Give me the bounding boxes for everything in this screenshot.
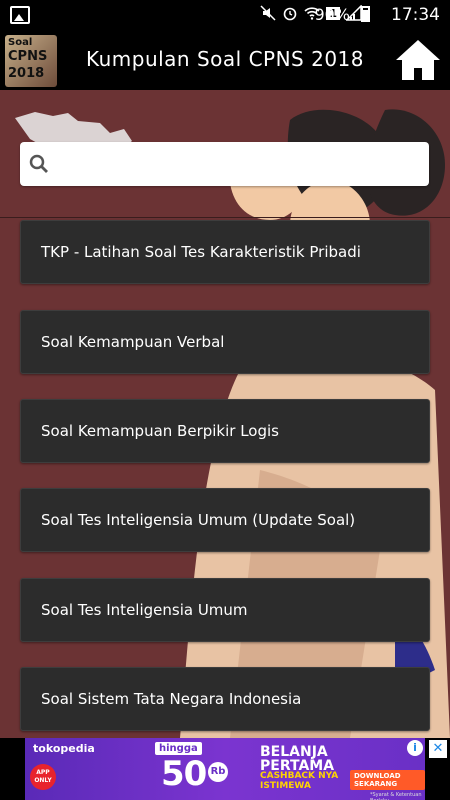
list-item[interactable]: TKP - Latihan Soal Tes Karakteristik Pri…	[20, 220, 430, 284]
status-bar: 1 90% 17:34	[0, 0, 450, 30]
ad-fine-print: *Syarat & Ketentuan Berlaku	[370, 792, 422, 800]
ad-brand: tokopedia	[33, 742, 95, 755]
main-content: TKP - Latihan Soal Tes Karakteristik Pri…	[0, 90, 450, 738]
logo-line2: CPNS	[8, 49, 48, 64]
list-item[interactable]: Soal Tes Inteligensia Umum	[20, 578, 430, 642]
ad-banner[interactable]: tokopedia APP ONLY hingga 50 Rb BELANJA …	[0, 738, 450, 800]
ad-amount: 50	[161, 754, 207, 794]
image-notification-icon	[10, 6, 30, 24]
alarm-icon	[284, 7, 297, 21]
app-only-badge: APP ONLY	[30, 764, 56, 790]
ad-unit: Rb	[208, 762, 228, 782]
battery-icon	[361, 6, 370, 22]
ad-creative[interactable]: tokopedia APP ONLY hingga 50 Rb BELANJA …	[25, 738, 425, 800]
search-icon	[29, 154, 48, 173]
list-item-label: Soal Sistem Tata Negara Indonesia	[41, 690, 302, 708]
battery-percent: 90%	[314, 5, 350, 24]
app-title: Kumpulan Soal CPNS 2018	[85, 47, 365, 71]
search-input[interactable]	[60, 148, 424, 180]
mute-icon	[260, 5, 276, 21]
list-item[interactable]: Soal Sistem Tata Negara Indonesia	[20, 667, 430, 731]
list-item-label: Soal Kemampuan Verbal	[41, 333, 225, 351]
list-item-label: Soal Tes Inteligensia Umum	[41, 601, 248, 619]
adchoices-icon[interactable]: i	[407, 740, 423, 756]
ad-subline-2: ISTIMEWA	[260, 781, 311, 791]
home-icon[interactable]	[394, 38, 442, 82]
list-item[interactable]: Soal Kemampuan Verbal	[20, 310, 430, 374]
ad-subline-1: CASHBACK NYA	[260, 771, 339, 781]
divider	[0, 217, 450, 218]
list-item-label: Soal Kemampuan Berpikir Logis	[41, 422, 279, 440]
app-logo: Soal CPNS 2018	[5, 35, 57, 87]
close-icon[interactable]: ✕	[429, 740, 447, 758]
logo-line3: 2018	[8, 66, 45, 81]
search-bar[interactable]	[20, 142, 429, 186]
ad-download-button[interactable]: DOWNLOAD SEKARANG	[350, 770, 425, 790]
list-item-label: Soal Tes Inteligensia Umum (Update Soal)	[41, 511, 356, 529]
list-item-label: TKP - Latihan Soal Tes Karakteristik Pri…	[41, 243, 361, 261]
list-item[interactable]: Soal Kemampuan Berpikir Logis	[20, 399, 430, 463]
clock: 17:34	[391, 5, 440, 25]
list-item[interactable]: Soal Tes Inteligensia Umum (Update Soal)	[20, 488, 430, 552]
logo-line1: Soal	[8, 37, 33, 48]
